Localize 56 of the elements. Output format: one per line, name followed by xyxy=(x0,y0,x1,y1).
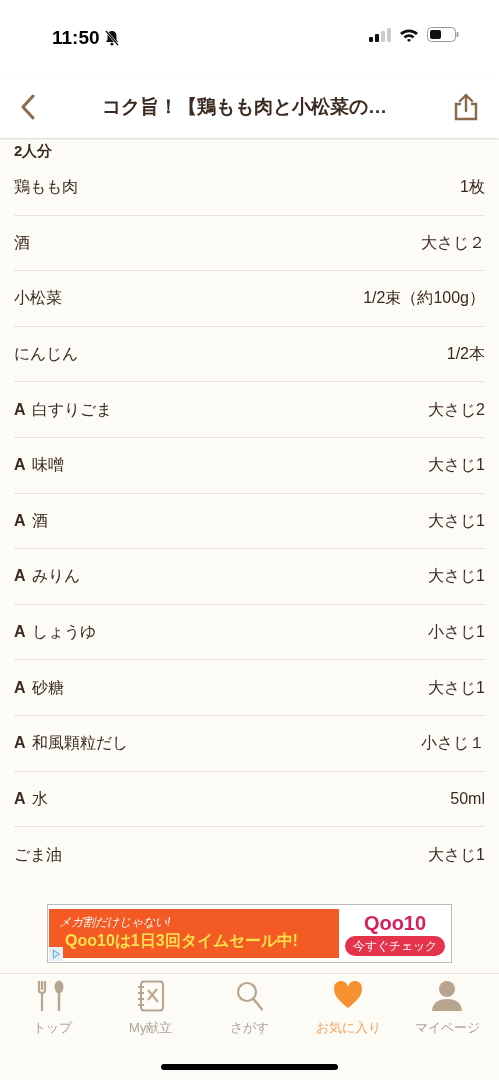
group-label: A xyxy=(14,399,26,420)
status-time: 11:50 xyxy=(52,26,100,50)
ingredient-name: 鶏もも肉 xyxy=(14,177,78,198)
ingredient-name: 酒 xyxy=(31,510,48,531)
ingredient-amount: 大さじ1 xyxy=(428,510,485,531)
ingredient-name: みりん xyxy=(31,566,80,587)
group-label: A xyxy=(14,566,26,587)
group-label: A xyxy=(14,677,26,698)
back-icon[interactable] xyxy=(20,94,36,120)
ingredient-name: 白すりごま xyxy=(31,399,112,420)
group-label: A xyxy=(14,622,26,643)
ingredient-amount: 大さじ２ xyxy=(421,232,485,253)
ad-headline: Qoo10は1日3回タイムセール中! xyxy=(64,931,299,951)
ingredient-amount: 大さじ1 xyxy=(428,844,485,865)
group-label: A xyxy=(14,733,26,754)
ingredient-name: 小松菜 xyxy=(14,288,62,309)
ad-cta-button[interactable]: 今すぐチェック xyxy=(345,935,445,956)
notebook-icon xyxy=(135,980,166,1012)
ingredient-name: 水 xyxy=(31,788,48,809)
ad-tagline: メガ割だけじゃない! xyxy=(59,915,172,930)
ingredient-name: 味噌 xyxy=(31,455,64,476)
ingredient-amount: 大さじ2 xyxy=(428,399,485,420)
ingredient-amount: 大さじ1 xyxy=(428,677,485,698)
tab-bar-item[interactable]: お気に入り xyxy=(304,980,393,1038)
tab-bar-item[interactable]: My献立 xyxy=(106,980,195,1038)
search-icon xyxy=(234,980,265,1012)
ingredient-name: 和風顆粒だし xyxy=(31,733,128,754)
group-label: A xyxy=(14,510,26,531)
person-icon xyxy=(430,980,464,1012)
signal-icon xyxy=(369,27,391,42)
ingredient-amount: 大さじ1 xyxy=(428,455,485,476)
ingredient-name: 酒 xyxy=(14,232,30,253)
servings-label: 2人分 xyxy=(14,141,54,160)
ingredient-amount: 1/2本 xyxy=(446,344,485,365)
group-label: A xyxy=(14,455,26,476)
bell-muted-icon xyxy=(103,30,120,47)
page-title: コク旨！【鶏もも肉と小松菜の… xyxy=(102,94,387,119)
group-label: A xyxy=(14,788,26,809)
ingredient-name: しょうゆ xyxy=(31,622,96,643)
wifi-icon xyxy=(399,27,419,42)
ingredient-name: にんじん xyxy=(14,344,78,365)
ingredient-amount: 小さじ１ xyxy=(421,733,485,754)
ad-banner[interactable]: メガ割だけじゃない! Qoo10は1日3回タイムセール中! Qoo10 今すぐチェック xyxy=(47,904,452,963)
ingredient-name: 砂糖 xyxy=(31,677,64,698)
share-icon[interactable] xyxy=(453,93,479,121)
ingredient-amount: 1枚 xyxy=(460,177,485,198)
ingredient-amount: 50ml xyxy=(450,788,485,809)
tab-bar-item[interactable]: トップ xyxy=(8,980,96,1038)
tab-bar-item[interactable]: マイページ xyxy=(403,980,491,1038)
tab-bar-item[interactable]: さがす xyxy=(205,980,294,1038)
ingredient-name: ごま油 xyxy=(14,844,62,865)
ad-brand: Qoo10 xyxy=(363,911,427,934)
battery-icon xyxy=(427,27,459,42)
ingredient-amount: 1/2束（約100g） xyxy=(363,288,485,309)
ingredient-amount: 大さじ1 xyxy=(428,566,485,587)
ingredient-amount: 小さじ1 xyxy=(428,622,485,643)
